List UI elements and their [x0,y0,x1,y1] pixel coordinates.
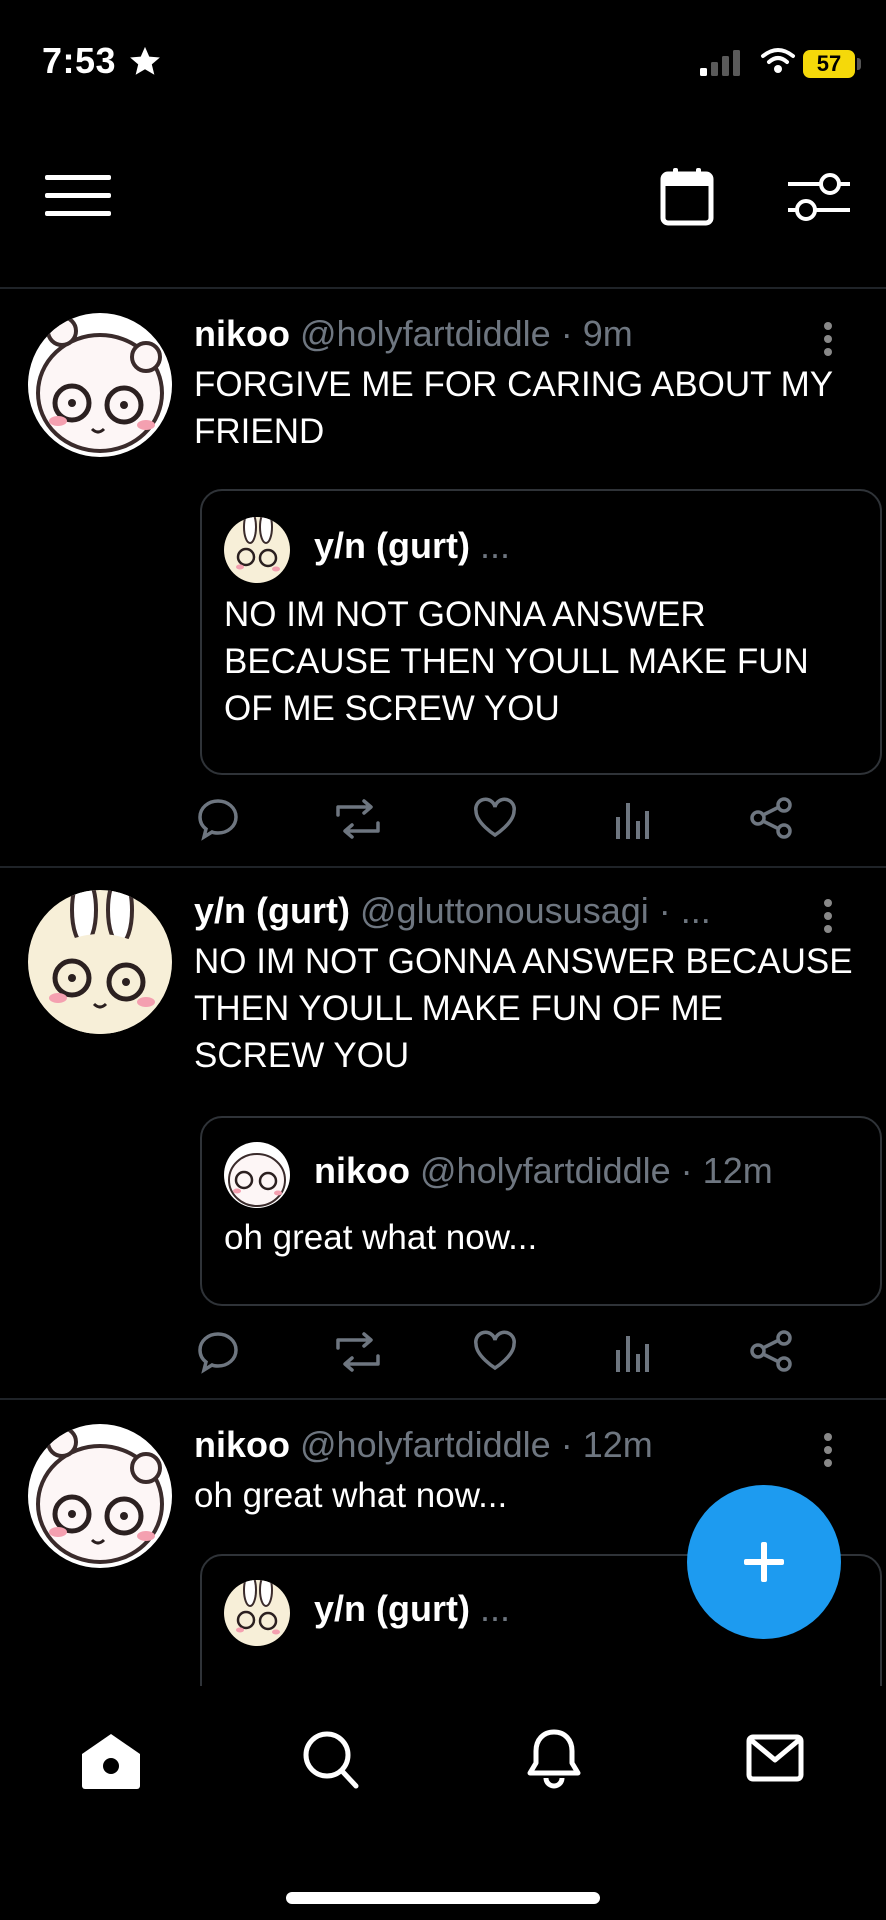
quote-text: NO IM NOT GONNA ANSWER BECAUSE THEN YOUL… [224,595,809,728]
post-header: nikoo @holyfartdiddle · 12m [194,1424,814,1466]
quote-author-name[interactable]: nikoo [314,1150,410,1191]
reply-icon[interactable] [196,1330,240,1374]
quote-author-name[interactable]: y/n (gurt) [314,525,470,566]
quote-avatar[interactable] [224,517,290,583]
post[interactable]: nikoo @holyfartdiddle · 9m FORGIVE ME FO… [0,289,886,866]
filter-icon[interactable] [788,170,850,224]
tab-bar [0,1686,886,1920]
author-handle[interactable]: @gluttonoususagi [360,890,649,931]
avatar[interactable] [28,890,172,1034]
avatar[interactable] [28,1424,172,1568]
author-name[interactable]: nikoo [194,1424,290,1465]
battery-level: 57 [803,50,855,78]
share-icon[interactable] [750,1330,792,1372]
quote-meta: @holyfartdiddle · 12m [410,1150,773,1191]
post-header: nikoo @holyfartdiddle · 9m [194,313,814,355]
post-time: · ... [648,890,711,931]
author-name[interactable]: y/n (gurt) [194,890,350,931]
author-handle[interactable]: @holyfartdiddle [300,313,551,354]
compose-button[interactable] [687,1485,841,1639]
status-time: 7:53 [42,40,117,81]
home-indicator [286,1892,600,1904]
quote-header: y/n (gurt) ... [314,1588,510,1630]
share-icon[interactable] [750,797,792,839]
quote-author-name[interactable]: y/n (gurt) [314,1588,470,1629]
avatar[interactable] [28,313,172,457]
more-icon[interactable] [823,898,833,934]
post-text: NO IM NOT GONNA ANSWER BECAUSE THEN YOUL… [194,942,853,1075]
home-icon[interactable] [80,1732,142,1790]
quoted-post[interactable]: nikoo @holyfartdiddle · 12m oh great wha… [200,1116,882,1306]
quote-header: nikoo @holyfartdiddle · 12m [314,1150,773,1192]
quote-avatar[interactable] [224,1580,290,1646]
messages-icon[interactable] [746,1734,804,1782]
post[interactable]: y/n (gurt) @gluttonoususagi · ... NO IM … [0,868,886,1398]
post-actions [196,1330,796,1374]
plus-icon [744,1542,784,1582]
post-actions [196,797,796,841]
quote-avatar[interactable] [224,1142,290,1208]
wifi-icon [761,48,795,73]
quote-header: y/n (gurt) ... [314,525,510,567]
star-icon [130,46,160,75]
quote-meta: ... [469,525,510,566]
like-icon[interactable] [472,1330,518,1372]
quote-meta: ... [469,1588,510,1629]
post-header: y/n (gurt) @gluttonoususagi · ... [194,890,814,932]
quoted-post[interactable]: y/n (gurt) ... NO IM NOT GONNA ANSWER BE… [200,489,882,775]
post-time: · 9m [550,313,633,354]
author-name[interactable]: nikoo [194,313,290,354]
stats-icon[interactable] [614,797,650,841]
stats-icon[interactable] [614,1330,650,1374]
reply-icon[interactable] [196,797,240,841]
signal-icon [700,50,740,76]
battery-tip [857,58,861,70]
menu-icon[interactable] [45,175,111,217]
post-text: FORGIVE ME FOR CARING ABOUT MY FRIEND [194,365,833,451]
more-icon[interactable] [823,321,833,357]
repost-icon[interactable] [332,797,384,841]
like-icon[interactable] [472,797,518,839]
quote-text: oh great what now... [224,1218,538,1257]
notifications-icon[interactable] [526,1728,582,1790]
repost-icon[interactable] [332,1330,384,1374]
post-time: · 12m [550,1424,653,1465]
author-handle[interactable]: @holyfartdiddle [300,1424,551,1465]
search-icon[interactable] [302,1730,360,1790]
more-icon[interactable] [823,1432,833,1468]
calendar-icon[interactable] [660,168,714,226]
